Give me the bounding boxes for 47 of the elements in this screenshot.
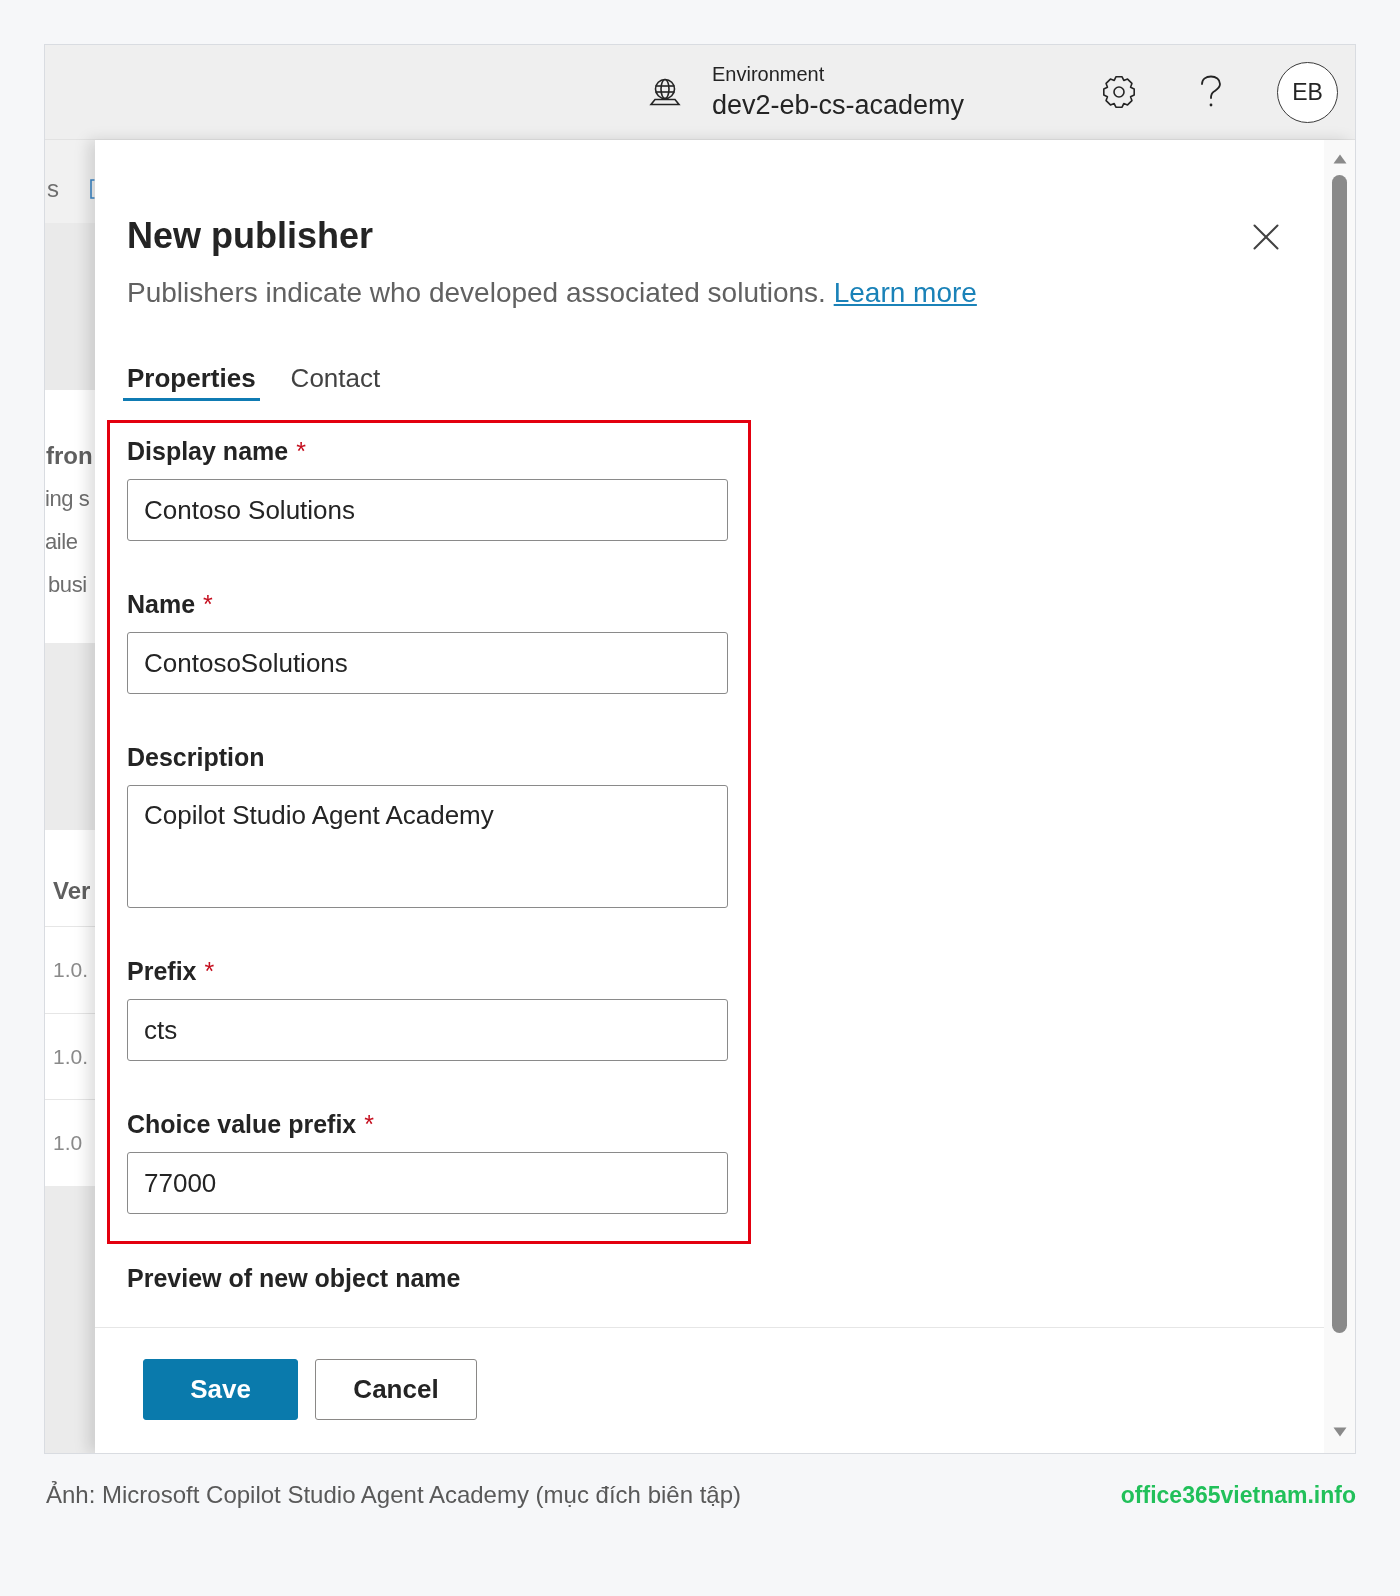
image-caption: Ảnh: Microsoft Copilot Studio Agent Academy (mục đích biên tập) [45, 1480, 742, 1510]
close-icon [1253, 224, 1279, 250]
required-mark: * [203, 589, 213, 620]
field-label: Prefix [127, 956, 197, 987]
field-label: Display name [127, 436, 289, 467]
text-input[interactable]: ContosoSolutions [127, 632, 728, 694]
tab[interactable]: Properties [123, 362, 260, 401]
required-mark: * [364, 1109, 374, 1140]
text-input[interactable]: Contoso Solutions [127, 479, 728, 541]
scrollbar-thumb[interactable] [1332, 175, 1347, 1333]
background-text: busi [47, 571, 88, 599]
close-button[interactable] [1250, 221, 1282, 253]
bracket-icon [90, 179, 95, 199]
source-text: office365vietnam.info [1120, 1481, 1356, 1510]
environment-label: Environment [712, 62, 826, 86]
background-text: fron [45, 441, 94, 471]
help-icon [1198, 75, 1224, 109]
background-text: ing s [45, 485, 91, 513]
help-button[interactable] [1198, 75, 1224, 109]
environment-name: dev2-eb-cs-academy [712, 89, 966, 122]
settings-icon [1102, 75, 1136, 109]
field-label: Choice value prefix [127, 1109, 357, 1140]
cancel-button[interactable]: Cancel [315, 1359, 477, 1420]
text-area[interactable]: Copilot Studio Agent Academy [127, 785, 728, 908]
text-input[interactable]: cts [127, 999, 728, 1061]
background-text: s [47, 174, 59, 204]
required-mark: * [204, 956, 215, 987]
tab[interactable]: Contact [286, 362, 385, 401]
save-button[interactable]: Save [143, 1359, 298, 1420]
background-text: 1.0. [52, 1043, 89, 1070]
field-label: Description [127, 742, 265, 773]
background-text: Ver [52, 876, 91, 906]
required-mark: * [296, 436, 306, 467]
background-text: 1.0. [52, 957, 89, 983]
dialog-description: Publishers indicate who developed associated solutions. Learn more [127, 276, 978, 310]
background-text: 1.0 [52, 1130, 83, 1156]
learn-more-link[interactable]: Learn more [833, 277, 977, 308]
preview-label: Preview of new object name [127, 1263, 462, 1294]
text-input[interactable]: 77000 [127, 1152, 728, 1214]
avatar-button[interactable]: EB [1277, 61, 1338, 123]
globe-icon [649, 78, 681, 106]
field-label: Name [127, 589, 196, 620]
dialog-title: New publisher [127, 214, 374, 258]
background-text: aile [45, 528, 79, 556]
scroll-down-icon[interactable] [1332, 1427, 1347, 1437]
scroll-up-icon[interactable] [1332, 154, 1347, 164]
settings-button[interactable] [1102, 75, 1136, 109]
